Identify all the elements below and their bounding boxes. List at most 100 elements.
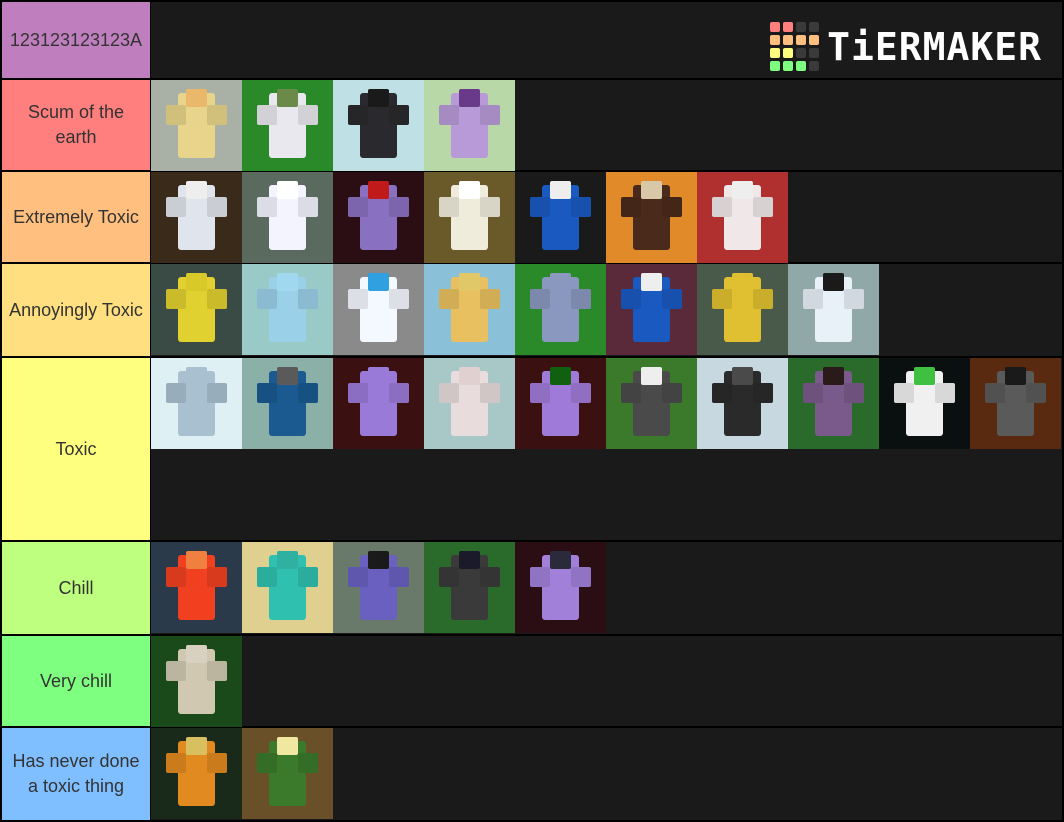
tier-items — [151, 358, 1062, 540]
tier-item-star-platinum-white[interactable] — [788, 264, 879, 355]
tier-items — [151, 728, 1062, 820]
logo-grid-cell — [770, 61, 781, 71]
character-head — [368, 367, 389, 386]
character-arm — [844, 289, 865, 310]
tier-item-bear-hat-player[interactable] — [242, 358, 333, 449]
tier-item-revolver[interactable] — [515, 264, 606, 355]
character-arm — [389, 105, 410, 126]
character-arm — [165, 197, 186, 218]
tier-item-orange-ramp-runner[interactable] — [606, 172, 697, 263]
character-arm — [438, 197, 459, 218]
character-arm — [480, 567, 501, 588]
tier-row: Has never done a toxic thing — [0, 728, 1064, 820]
tier-item-yellow-green-stand[interactable] — [697, 264, 788, 355]
tier-label[interactable]: Toxic — [2, 358, 150, 540]
character-arm — [620, 289, 641, 310]
character-head — [277, 181, 298, 200]
character-head — [550, 551, 571, 570]
character-arm — [298, 753, 319, 774]
logo-grid-cell — [783, 35, 794, 45]
tier-item-purple-jacket-night[interactable] — [788, 358, 879, 449]
character-arm — [662, 197, 683, 218]
character-arm — [298, 383, 319, 404]
tier-item-star-platinum-purple[interactable] — [333, 542, 424, 633]
character-arm — [529, 383, 550, 404]
tier-item-yellow-muscle-stand[interactable] — [151, 264, 242, 355]
character-head — [550, 273, 571, 292]
tier-item-orange-striped-stand[interactable] — [151, 728, 242, 819]
character-arm — [256, 197, 277, 218]
tier-item-white-horse-rider[interactable] — [242, 80, 333, 171]
character-arm — [256, 383, 277, 404]
tier-items — [151, 542, 1062, 634]
tier-item-shadowed-figure[interactable] — [151, 636, 242, 727]
tier-item-white-gold-golem[interactable] — [424, 172, 515, 263]
tier-item-sword-building[interactable] — [697, 358, 788, 449]
character-head — [550, 181, 571, 200]
tier-item-red-white-stand[interactable] — [697, 172, 788, 263]
tier-item-purple-checkered-stand[interactable] — [424, 80, 515, 171]
tier-item-black-stand-red-eyes[interactable] — [333, 80, 424, 171]
tier-item-blue-shirt-player[interactable] — [606, 264, 697, 355]
tier-label[interactable]: Scum of the earth — [2, 80, 150, 170]
tier-item-blue-bunny-stand[interactable] — [242, 264, 333, 355]
tier-item-teal-stand[interactable] — [242, 542, 333, 633]
character-head — [459, 181, 480, 200]
tier-item-haloed-red-figure[interactable] — [333, 172, 424, 263]
character-arm — [165, 661, 186, 682]
tier-item-deer-antler-player[interactable] — [970, 358, 1061, 449]
tier-items — [151, 172, 1062, 263]
tier-items — [151, 636, 1062, 727]
tier-label[interactable]: Very chill — [2, 636, 150, 726]
character-arm — [298, 289, 319, 310]
logo-grid-cell — [770, 48, 781, 58]
tier-item-blue-shirt-noob[interactable] — [515, 172, 606, 263]
character-head — [459, 551, 480, 570]
tier-item-pale-blue-stand[interactable] — [151, 358, 242, 449]
character-head — [186, 367, 207, 386]
tier-item-green-white-stand[interactable] — [879, 358, 970, 449]
tier-label[interactable]: Extremely Toxic — [2, 172, 150, 262]
tier-item-purple-dark-stand[interactable] — [515, 542, 606, 633]
character-head — [641, 367, 662, 386]
tier-item-gold-stand[interactable] — [424, 264, 515, 355]
character-arm — [347, 289, 368, 310]
character-arm — [298, 567, 319, 588]
tier-item-deer-antler-player-red[interactable] — [606, 358, 697, 449]
character-head — [459, 367, 480, 386]
tier-label[interactable]: Annoyingly Toxic — [2, 264, 150, 356]
tier-item-purple-glowing-eyes[interactable] — [515, 358, 606, 449]
tier-item-turtle-key[interactable] — [242, 728, 333, 819]
character-arm — [571, 197, 592, 218]
tiermaker-logo[interactable]: TiERMAKER — [770, 22, 1042, 71]
character-arm — [935, 383, 956, 404]
tier-item-killer-queen[interactable] — [424, 358, 515, 449]
tier-item-white-blue-stand[interactable] — [333, 264, 424, 355]
tier-item-yellow-stand-hearts[interactable] — [151, 80, 242, 171]
character-arm — [207, 661, 228, 682]
character-head — [277, 273, 298, 292]
character-arm — [571, 289, 592, 310]
tier-item-white-gold-stand[interactable] — [151, 172, 242, 263]
character-head — [1005, 367, 1026, 386]
tier-item-purple-small-stand[interactable] — [333, 358, 424, 449]
character-arm — [298, 197, 319, 218]
character-head — [550, 367, 571, 386]
character-arm — [893, 383, 914, 404]
character-arm — [347, 383, 368, 404]
tier-list-title: 123123123123A — [2, 2, 150, 78]
character-arm — [529, 567, 550, 588]
tier-label[interactable]: Has never done a toxic thing — [2, 728, 150, 820]
tier-label[interactable]: Chill — [2, 542, 150, 634]
tier-item-fiery-red-stand[interactable] — [151, 542, 242, 633]
tier-item-dark-gray-figure[interactable] — [424, 542, 515, 633]
tier-row: Scum of the earth — [0, 80, 1064, 171]
character-arm — [529, 289, 550, 310]
tier-items — [151, 80, 1062, 171]
tiermaker-logo-text: TiERMAKER — [827, 24, 1042, 69]
logo-grid-cell — [770, 35, 781, 45]
character-arm — [389, 567, 410, 588]
logo-grid-cell — [770, 22, 781, 32]
character-arm — [347, 567, 368, 588]
tier-item-glowing-white-stand[interactable] — [242, 172, 333, 263]
